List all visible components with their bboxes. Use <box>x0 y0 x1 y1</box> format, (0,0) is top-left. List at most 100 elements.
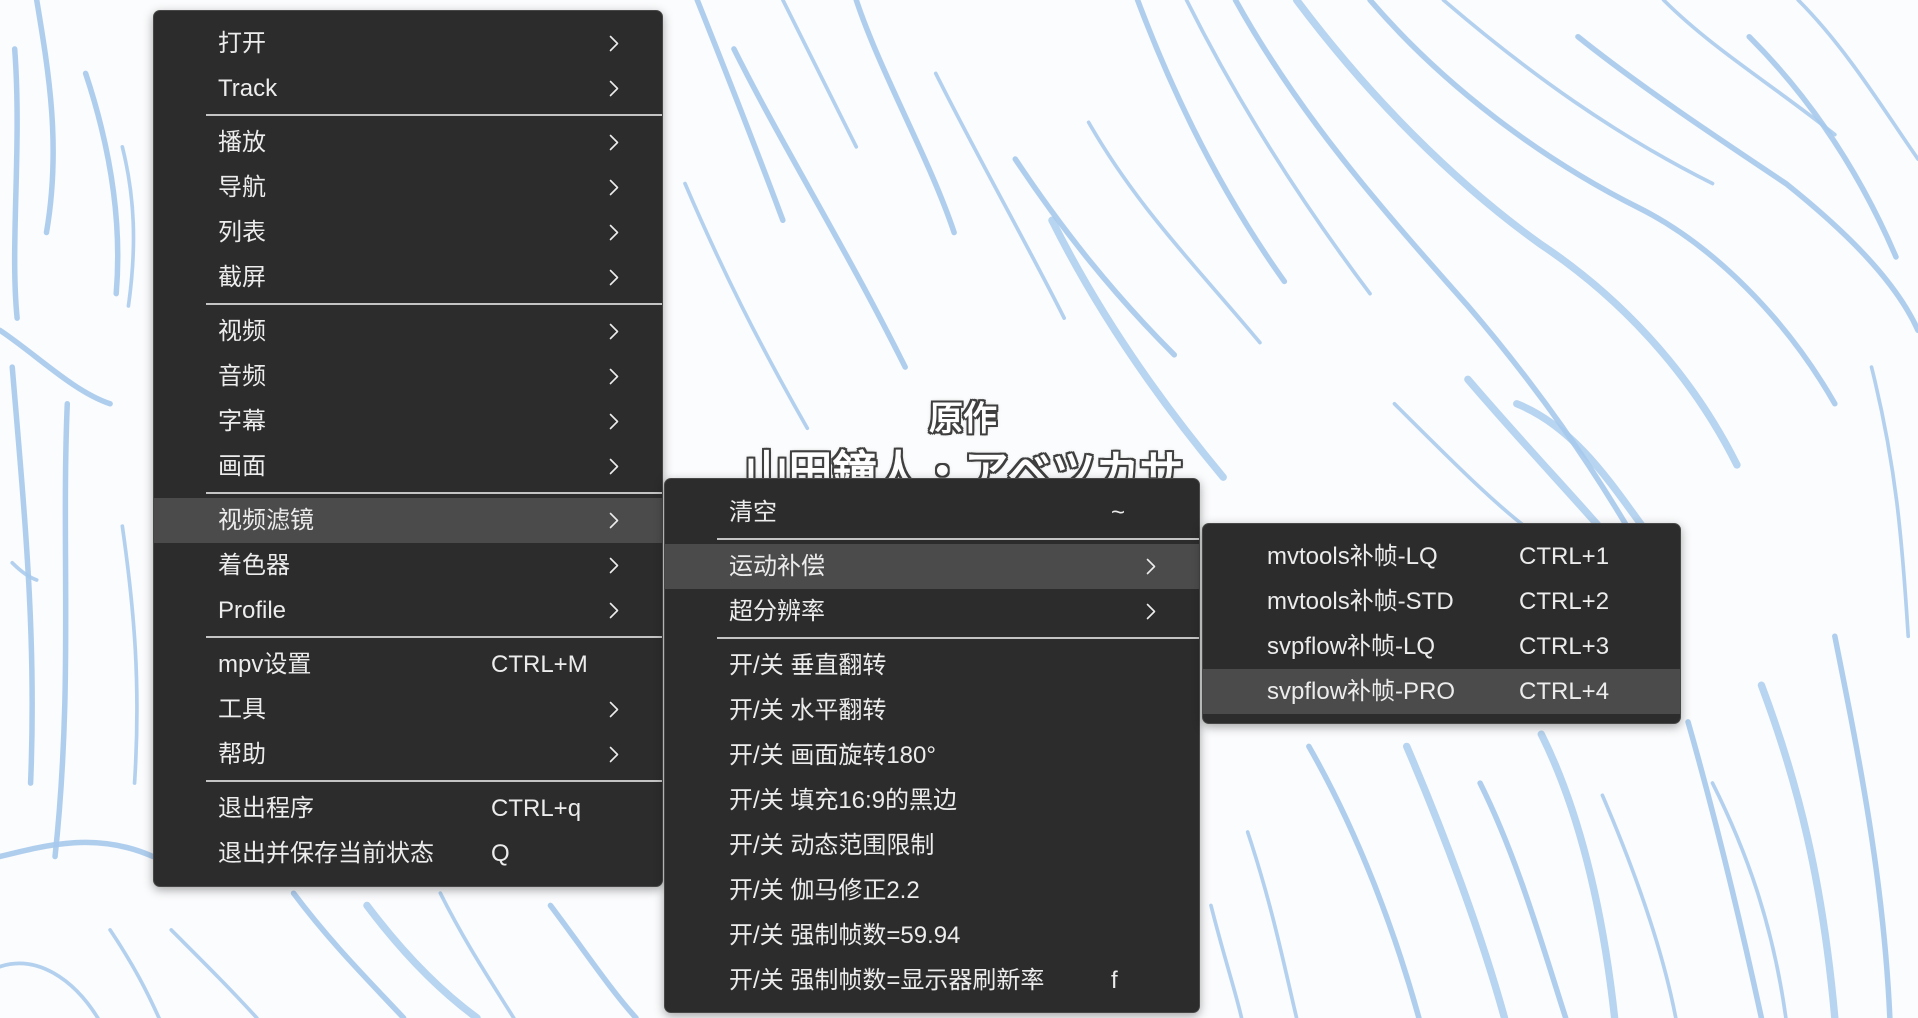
chevron-right-icon <box>609 35 619 52</box>
menu-item-mvtools-lq[interactable]: mvtools补帧-LQ CTRL+1 <box>1203 534 1680 579</box>
menu-item-label: 音频 <box>218 363 266 390</box>
menu-item-profile[interactable]: Profile <box>154 588 662 633</box>
context-menu: 打开 Track 播放 导航 列表 截屏 视频 音频 字幕 画面 视频滤镜 着色… <box>153 10 663 887</box>
sketch-stroke <box>363 901 481 1018</box>
menu-item-toggle-hflip[interactable]: 开/关 水平翻转 <box>665 688 1199 733</box>
sketch-stroke <box>1086 120 1262 345</box>
menu-item-label: 画面 <box>218 453 266 480</box>
menu-separator <box>154 489 662 498</box>
chevron-right-icon <box>609 224 619 241</box>
chevron-right-icon <box>609 701 619 718</box>
sketch-stroke <box>52 401 71 860</box>
menu-item-label: 退出并保存当前状态 <box>218 840 434 867</box>
sketch-stroke <box>1757 681 1839 1018</box>
menu-item-shortcut: f <box>1111 967 1118 994</box>
credit-title: 原作 <box>929 399 997 439</box>
menu-item-toggle-range-limit[interactable]: 开/关 动态范围限制 <box>665 823 1199 868</box>
chevron-right-icon <box>609 512 619 529</box>
sketch-stroke <box>10 561 39 582</box>
menu-item-shortcut: CTRL+3 <box>1519 633 1610 660</box>
sketch-stroke <box>933 71 1067 320</box>
sketch-stroke <box>1710 781 1788 1018</box>
sketch-stroke <box>1048 216 1227 481</box>
menu-item-label: 超分辨率 <box>729 598 825 625</box>
sketch-stroke <box>1403 742 1509 1018</box>
sketch-stroke <box>1392 401 1544 541</box>
sketch-stroke <box>0 839 156 860</box>
menu-separator <box>665 634 1199 643</box>
menu-item-mpv-settings[interactable]: mpv设置 CTRL+M <box>154 642 662 687</box>
sketch-stroke <box>1441 0 1715 186</box>
menu-item-subtitles[interactable]: 字幕 <box>154 399 662 444</box>
sketch-stroke <box>1746 33 1899 260</box>
menu-item-shortcut: CTRL+4 <box>1519 678 1610 705</box>
menu-item-label: 字幕 <box>218 408 266 435</box>
menu-item-label: 着色器 <box>218 552 290 579</box>
sketch-stroke <box>731 46 908 370</box>
menu-item-toggle-pad-16-9[interactable]: 开/关 填充16:9的黑边 <box>665 778 1199 823</box>
menu-item-shortcut: CTRL+q <box>491 795 582 822</box>
menu-item-shaders[interactable]: 着色器 <box>154 543 662 588</box>
menu-item-super-resolution[interactable]: 超分辨率 <box>665 589 1199 634</box>
sketch-stroke <box>781 0 859 149</box>
menu-item-label: 截屏 <box>218 264 266 291</box>
menu-item-toggle-fps-display-refresh[interactable]: 开/关 强制帧数=显示器刷新率 f <box>665 958 1199 1003</box>
sketch-stroke <box>683 181 810 431</box>
chevron-right-icon <box>609 557 619 574</box>
menu-item-quit[interactable]: 退出程序 CTRL+q <box>154 786 662 831</box>
menu-item-playback[interactable]: 播放 <box>154 120 662 165</box>
sketch-stroke <box>1012 156 1178 358</box>
menu-item-shortcut: CTRL+2 <box>1519 588 1610 615</box>
sketch-stroke <box>1796 0 1918 161</box>
menu-item-track[interactable]: Track <box>154 66 662 111</box>
menu-item-toggle-rotate-180[interactable]: 开/关 画面旋转180° <box>665 733 1199 778</box>
menu-item-label: 运动补偿 <box>729 553 825 580</box>
chevron-right-icon <box>1146 603 1156 620</box>
menu-item-playlist[interactable]: 列表 <box>154 210 662 255</box>
chevron-right-icon <box>609 602 619 619</box>
sketch-stroke <box>547 902 639 1018</box>
menu-item-motion-compensation[interactable]: 运动补偿 <box>665 544 1199 589</box>
menu-item-label: mvtools补帧-LQ <box>1267 543 1438 570</box>
menu-item-video[interactable]: 视频 <box>154 309 662 354</box>
sketch-stroke <box>82 70 121 297</box>
menu-item-svpflow-lq[interactable]: svpflow补帧-LQ CTRL+3 <box>1203 624 1680 669</box>
sketch-stroke <box>853 0 957 236</box>
chevron-right-icon <box>609 134 619 151</box>
menu-item-shortcut: CTRL+M <box>491 651 588 678</box>
menu-item-label: 开/关 动态范围限制 <box>729 832 935 859</box>
menu-item-help[interactable]: 帮助 <box>154 732 662 777</box>
menu-item-shortcut: CTRL+1 <box>1519 543 1610 570</box>
menu-item-toggle-vflip[interactable]: 开/关 垂直翻转 <box>665 643 1199 688</box>
menu-item-svpflow-pro[interactable]: svpflow补帧-PRO CTRL+4 <box>1203 669 1680 714</box>
sketch-stroke <box>1661 0 1837 137</box>
chevron-right-icon <box>609 269 619 286</box>
chevron-right-icon <box>609 179 619 196</box>
menu-item-toggle-gamma-2-2[interactable]: 开/关 伽马修正2.2 <box>665 868 1199 913</box>
menu-item-shortcut: Q <box>491 840 510 867</box>
menu-item-clear-filters[interactable]: 清空 ~ <box>665 490 1199 535</box>
sketch-stroke <box>1292 0 1741 469</box>
menu-item-label: 开/关 强制帧数=显示器刷新率 <box>729 967 1045 994</box>
menu-item-toggle-fps-59-94[interactable]: 开/关 强制帧数=59.94 <box>665 913 1199 958</box>
sketch-stroke <box>1184 0 1372 296</box>
menu-item-open[interactable]: 打开 <box>154 21 662 66</box>
menu-separator <box>154 777 662 786</box>
video-filters-submenu: 清空 ~ 运动补偿 超分辨率 开/关 垂直翻转 开/关 水平翻转 开/关 画面旋… <box>664 478 1200 1013</box>
menu-separator <box>154 633 662 642</box>
menu-item-navigation[interactable]: 导航 <box>154 165 662 210</box>
menu-item-video-filters[interactable]: 视频滤镜 <box>154 498 662 543</box>
menu-separator <box>154 111 662 120</box>
menu-item-label: 开/关 垂直翻转 <box>729 652 887 679</box>
menu-item-tools[interactable]: 工具 <box>154 687 662 732</box>
menu-item-mvtools-std[interactable]: mvtools补帧-STD CTRL+2 <box>1203 579 1680 624</box>
menu-item-quit-save-state[interactable]: 退出并保存当前状态 Q <box>154 831 662 876</box>
chevron-right-icon <box>609 323 619 340</box>
menu-item-label: mvtools补帧-STD <box>1267 588 1454 615</box>
menu-item-picture[interactable]: 画面 <box>154 444 662 489</box>
menu-item-label: 视频滤镜 <box>218 507 314 534</box>
menu-item-label: 帮助 <box>218 741 266 768</box>
sketch-stroke <box>108 928 161 1018</box>
menu-item-audio[interactable]: 音频 <box>154 354 662 399</box>
menu-item-screenshot[interactable]: 截屏 <box>154 255 662 300</box>
